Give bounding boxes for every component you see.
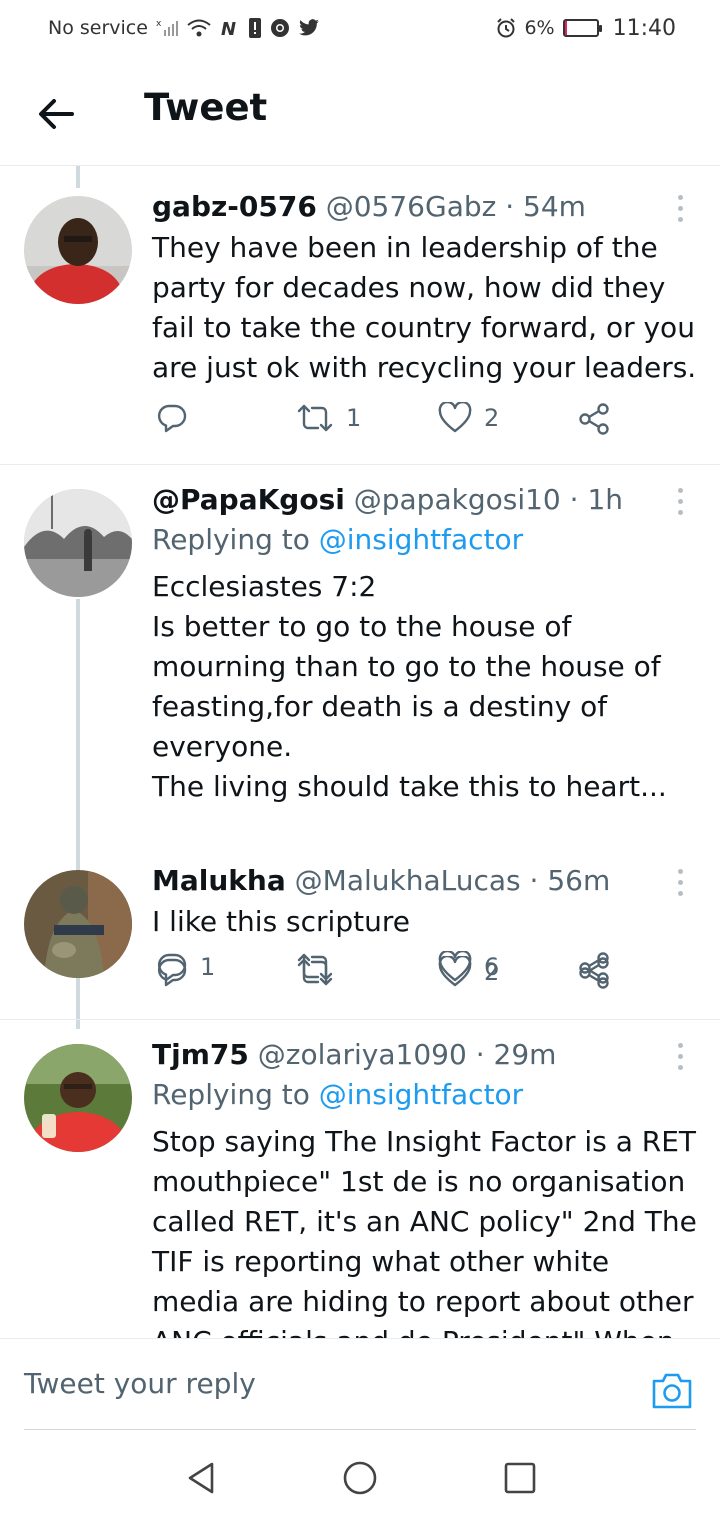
tweet-item[interactable]: Tjm75 @zolariya1090 · 29m Replying to @i… [0, 1020, 720, 1338]
tweet-header: @PapaKgosi @papakgosi10 · 1h [152, 483, 623, 516]
svg-text:N: N [221, 19, 236, 38]
timestamp: 1h [587, 483, 624, 516]
handle[interactable]: @0576Gabz [326, 190, 497, 223]
tweet-text: They have been in leadership of the part… [152, 231, 697, 384]
handle[interactable]: @papakgosi10 [354, 483, 561, 516]
like-icon [438, 956, 472, 987]
tweet-item[interactable]: gabz-0576 @0576Gabz · 54m They have been… [0, 166, 720, 464]
share-button[interactable] [578, 956, 612, 990]
timestamp: 56m [547, 864, 611, 897]
separator-dot: · [505, 190, 515, 223]
page-title: Tweet [144, 86, 268, 129]
reply-button[interactable] [156, 956, 200, 988]
carrier-text: No service [48, 17, 148, 39]
reply-icon [157, 404, 187, 433]
more-button[interactable] [668, 188, 692, 228]
tweet-text: Stop saying The Insight Factor is a RET … [152, 1125, 697, 1338]
retweet-button[interactable]: 1 [296, 402, 361, 434]
like-count: 2 [484, 404, 500, 432]
replying-to-link[interactable]: @insightfactor [319, 523, 523, 556]
more-button[interactable] [668, 481, 692, 521]
status-right: 6% 11:40 [496, 16, 676, 41]
retweet-icon [297, 404, 333, 432]
back-arrow-icon [39, 99, 74, 129]
back-button[interactable] [32, 90, 80, 138]
nfc-icon: N [220, 18, 240, 38]
more-button[interactable] [668, 862, 692, 902]
separator-dot: · [529, 864, 539, 897]
replying-to: Replying to @insightfactor [152, 523, 523, 556]
clock: 11:40 [612, 15, 676, 41]
tweet-header: Tjm75 @zolariya1090 · 29m [152, 1038, 556, 1071]
replying-to-label: Replying to [152, 523, 310, 556]
like-icon [438, 402, 472, 433]
like-button[interactable]: 2 [438, 956, 499, 988]
tweet-actions: 2 [152, 956, 632, 1000]
tweet-item[interactable]: Malukha @MalukhaLucas · 56m I like this … [0, 852, 720, 1018]
alarm-icon [496, 18, 516, 38]
battery-icon [562, 19, 602, 37]
replying-to-link[interactable]: @insightfactor [319, 1078, 523, 1111]
share-icon [579, 403, 609, 435]
timestamp: 29m [493, 1038, 557, 1071]
retweet-button[interactable] [296, 956, 346, 988]
tweet-header: Malukha @MalukhaLucas · 56m [152, 864, 610, 897]
signal-icon: x [156, 18, 178, 38]
replying-to: Replying to @insightfactor [152, 1078, 523, 1111]
chrome-icon [270, 18, 290, 38]
reply-composer: Tweet your reply [0, 1338, 720, 1430]
twitter-bird-icon [298, 19, 320, 37]
reply-icon [157, 958, 187, 987]
svg-text:x: x [156, 19, 162, 29]
status-bar: No service x N 6% 11:40 [0, 0, 720, 56]
tweet-text: Ecclesiastes 7:2 Is better to go to the … [152, 570, 667, 803]
replying-to-label: Replying to [152, 1078, 310, 1111]
avatar[interactable] [24, 870, 132, 978]
battery-fill [564, 21, 567, 35]
retweet-count: 1 [346, 404, 362, 432]
tweet-text: I like this scripture [152, 905, 410, 938]
reply-input[interactable]: Tweet your reply [24, 1367, 256, 1400]
share-icon [579, 957, 609, 989]
like-button[interactable]: 2 [438, 402, 499, 434]
camera-icon [652, 1373, 692, 1409]
handle[interactable]: @MalukhaLucas [295, 864, 521, 897]
display-name[interactable]: Tjm75 [152, 1038, 249, 1071]
avatar[interactable] [24, 1044, 132, 1152]
nav-home-button[interactable] [340, 1458, 380, 1498]
alert-icon [248, 17, 262, 39]
status-left: No service x N [48, 17, 320, 39]
top-app-bar: Tweet [0, 56, 720, 166]
tweet-feed[interactable]: gabz-0576 @0576Gabz · 54m They have been… [0, 166, 720, 1338]
nav-back-icon [188, 1462, 214, 1494]
display-name[interactable]: @PapaKgosi [152, 483, 345, 516]
share-button[interactable] [578, 402, 612, 436]
display-name[interactable]: Malukha [152, 864, 286, 897]
display-name[interactable]: gabz-0576 [152, 190, 317, 223]
reply-button[interactable] [156, 402, 200, 434]
like-count: 2 [484, 958, 500, 986]
tweet-actions: 1 2 [152, 402, 632, 446]
wifi-icon [186, 18, 212, 38]
retweet-icon [297, 958, 333, 986]
nav-recents-icon [504, 1462, 536, 1494]
more-button[interactable] [668, 1036, 692, 1076]
nav-back-button[interactable] [182, 1458, 222, 1498]
handle[interactable]: @zolariya1090 [258, 1038, 467, 1071]
avatar[interactable] [24, 196, 132, 304]
separator-dot: · [475, 1038, 485, 1071]
nav-home-icon [343, 1461, 377, 1495]
avatar[interactable] [24, 489, 132, 597]
system-nav-bar [0, 1430, 720, 1520]
camera-button[interactable] [650, 1371, 694, 1411]
battery-percent: 6% [524, 17, 555, 39]
tweet-header: gabz-0576 @0576Gabz · 54m [152, 190, 586, 223]
nav-recents-button[interactable] [500, 1458, 540, 1498]
timestamp: 54m [523, 190, 586, 223]
separator-dot: · [569, 483, 579, 516]
